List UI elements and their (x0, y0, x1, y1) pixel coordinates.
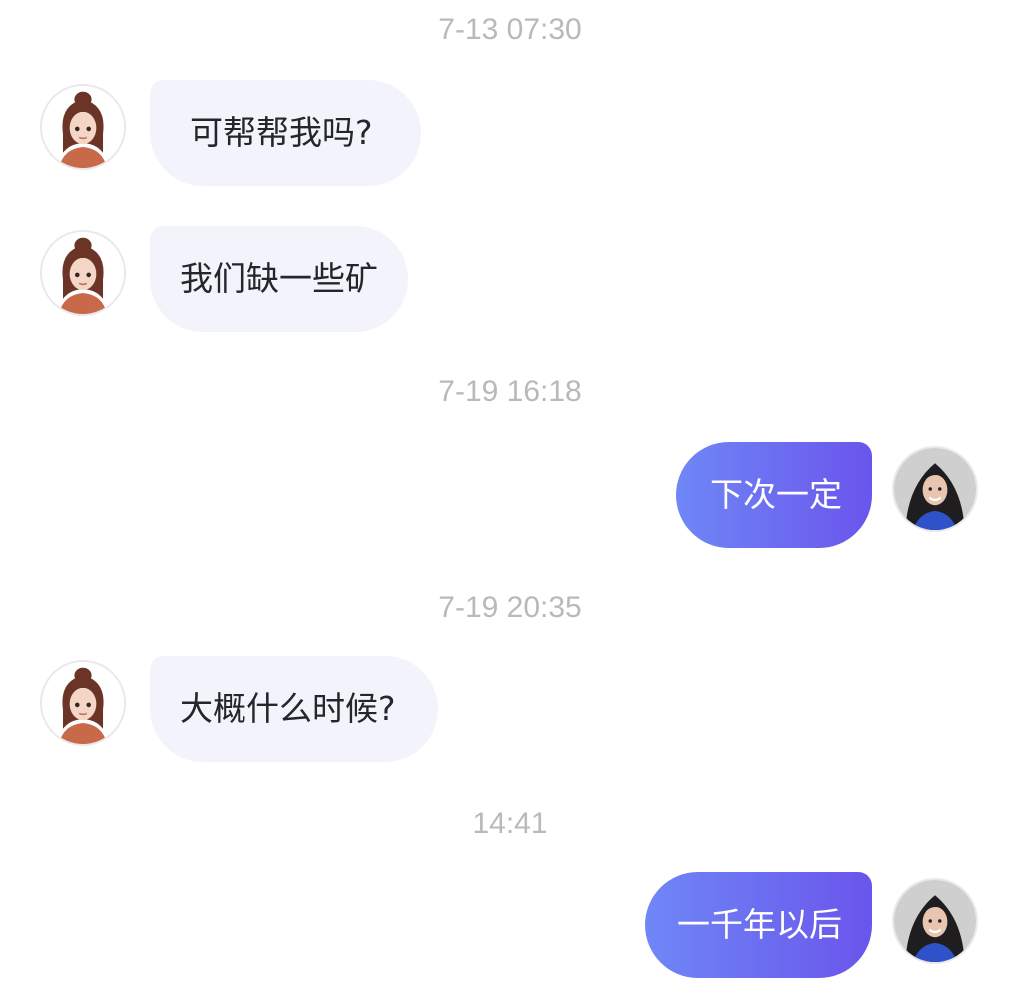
message-text: 一千年以后 (677, 905, 842, 944)
outgoing-message-bubble[interactable]: 一千年以后 (645, 872, 872, 978)
incoming-message-bubble[interactable]: 大概什么时候? (150, 656, 438, 762)
woman-photo-avatar-icon (894, 880, 976, 962)
self-avatar[interactable] (892, 446, 978, 532)
incoming-message-bubble[interactable]: 我们缺一些矿 (150, 226, 408, 332)
message-text: 我们缺一些矿 (180, 259, 378, 298)
timestamp: 14:41 (472, 807, 548, 840)
message-text: 下次一定 (710, 475, 842, 514)
timestamp: 7-13 07:30 (438, 13, 582, 46)
contact-avatar[interactable] (40, 230, 126, 316)
self-avatar[interactable] (892, 878, 978, 964)
girl-3d-avatar-icon (42, 86, 124, 168)
woman-photo-avatar-icon (894, 448, 976, 530)
girl-3d-avatar-icon (42, 662, 124, 744)
outgoing-message-bubble[interactable]: 下次一定 (676, 442, 872, 548)
incoming-message-bubble[interactable]: 可帮帮我吗? (150, 80, 421, 186)
message-text: 大概什么时候? (180, 689, 396, 728)
girl-3d-avatar-icon (42, 232, 124, 314)
contact-avatar[interactable] (40, 660, 126, 746)
message-text: 可帮帮我吗? (190, 113, 373, 152)
timestamp: 7-19 16:18 (438, 375, 582, 408)
contact-avatar[interactable] (40, 84, 126, 170)
timestamp: 7-19 20:35 (438, 591, 582, 624)
